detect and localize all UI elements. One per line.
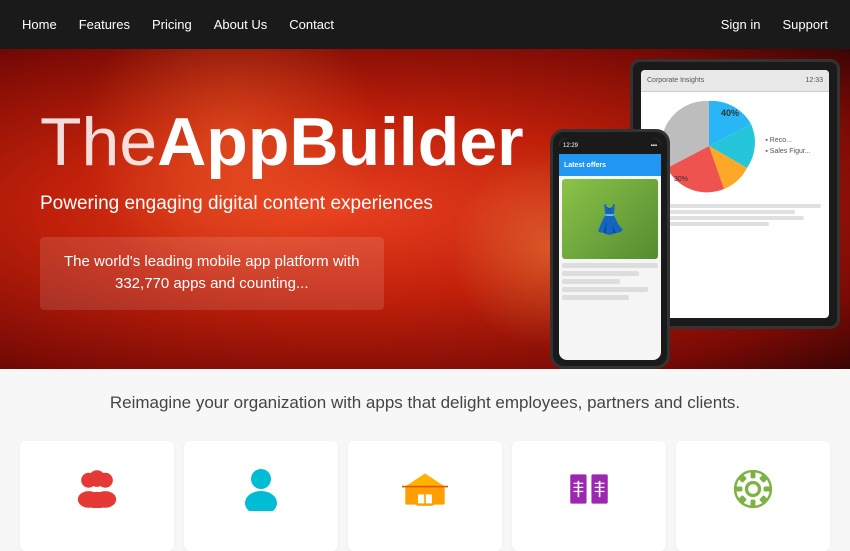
feature-icon-store <box>402 469 448 519</box>
phone-signal: ▪▪▪ <box>651 143 657 149</box>
subhero-text: Reimagine your organization with apps th… <box>20 393 830 413</box>
phone-screen: 12:29 ▪▪▪ Latest offers 👗 <box>559 138 661 360</box>
feature-card-2 <box>348 441 502 551</box>
nav-pricing[interactable]: Pricing <box>150 13 194 36</box>
legend-item-2: ▪ Sales Figur... <box>765 146 810 157</box>
hero-desc-box: The world's leading mobile app platform … <box>40 237 384 310</box>
phone-time: 12:29 <box>563 143 578 149</box>
navbar: Home Features Pricing About Us Contact S… <box>0 0 850 49</box>
legend-item-1: ▪ Reco... <box>765 135 810 146</box>
phone-header: Latest offers <box>559 154 661 176</box>
phone-image: 👗 <box>562 179 658 259</box>
phone-content: 👗 <box>559 176 661 306</box>
svg-text:30%: 30% <box>674 176 688 183</box>
tablet-header: Corporate Insights 12:33 <box>641 70 829 92</box>
phone-line-3 <box>562 279 620 284</box>
hero-title-bold: AppBuilder <box>157 104 523 180</box>
svg-text:40%: 40% <box>721 108 739 118</box>
nav-features[interactable]: Features <box>77 13 132 36</box>
nav-home[interactable]: Home <box>20 13 59 36</box>
tablet-time: 12:33 <box>805 77 823 84</box>
phone-status-bar: 12:29 ▪▪▪ <box>559 138 661 154</box>
nav-about[interactable]: About Us <box>212 13 269 36</box>
features-row <box>0 431 850 551</box>
feature-card-4 <box>676 441 830 551</box>
device-phone: 12:29 ▪▪▪ Latest offers 👗 <box>550 129 670 369</box>
hero-description: The world's leading mobile app platform … <box>64 251 360 296</box>
phone-line-2 <box>562 271 639 276</box>
feature-icon-cog <box>731 467 775 521</box>
hero-subtitle: Powering engaging digital content experi… <box>40 192 520 217</box>
pie-chart: 40% 30% <box>659 96 759 196</box>
feature-icon-book <box>567 470 611 518</box>
nav-right: Sign in Support <box>719 13 830 36</box>
chart-legend: ▪ Reco... ▪ Sales Figur... <box>765 135 810 157</box>
tablet-title: Corporate Insights <box>647 77 704 84</box>
feature-card-1 <box>184 441 338 551</box>
nav-left: Home Features Pricing About Us Contact <box>20 13 336 36</box>
hero-section: TheAppBuilder Powering engaging digital … <box>0 49 850 369</box>
feature-card-0 <box>20 441 174 551</box>
phone-header-label: Latest offers <box>564 162 606 169</box>
subhero-section: Reimagine your organization with apps th… <box>0 369 850 431</box>
hero-content: TheAppBuilder Powering engaging digital … <box>0 108 560 310</box>
feature-icon-people <box>72 470 122 518</box>
phone-line-5 <box>562 295 629 300</box>
nav-signin[interactable]: Sign in <box>719 13 763 36</box>
nav-support[interactable]: Support <box>780 13 830 36</box>
hero-title-thin: The <box>40 104 157 180</box>
hero-title: TheAppBuilder <box>40 108 520 176</box>
hero-devices: Corporate Insights 12:33 <box>540 49 850 369</box>
feature-card-3 <box>512 441 666 551</box>
nav-contact[interactable]: Contact <box>287 13 336 36</box>
phone-line-1 <box>562 263 658 268</box>
phone-line-4 <box>562 287 648 292</box>
feature-icon-person <box>243 467 279 521</box>
